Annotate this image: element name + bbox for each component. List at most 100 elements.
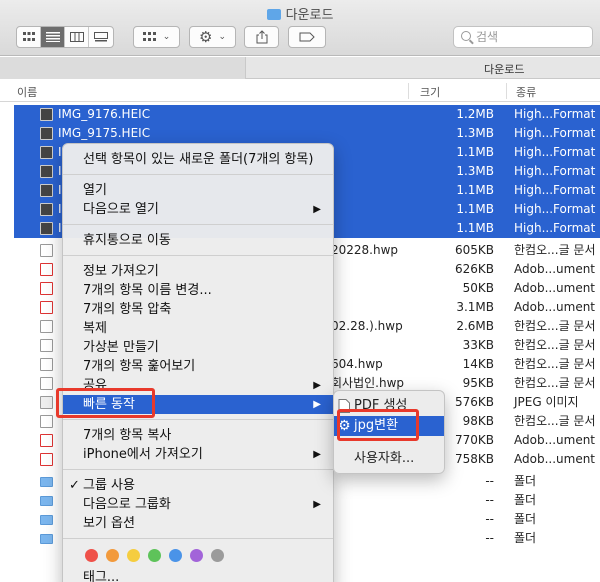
highlight-box-jpg-convert: [337, 409, 419, 441]
column-header: 이름 크기 종류: [0, 80, 600, 102]
file-kind: Adob...ument: [514, 300, 596, 314]
menu-rename[interactable]: 7개의 항목 이름 변경...: [63, 281, 333, 300]
icon-view-button[interactable]: [17, 27, 41, 47]
menu-use-groups[interactable]: ✓ 그룹 사용: [63, 476, 333, 495]
file-kind: High...Format: [514, 221, 596, 235]
file-kind: 폴더: [514, 474, 537, 488]
file-name: I: [58, 145, 62, 159]
submenu-arrow-icon: ▶: [313, 380, 321, 391]
tag-color-dot[interactable]: [106, 549, 119, 562]
folder-icon: [40, 496, 53, 506]
gallery-view-button[interactable]: [89, 27, 113, 47]
menu-new-folder-with-selection[interactable]: 선택 항목이 있는 새로운 폴더(7개의 항목): [63, 150, 333, 169]
list-view-button[interactable]: [41, 27, 65, 47]
menu-divider: [63, 538, 333, 539]
file-kind: 한컴오...글 문서: [514, 376, 596, 390]
group-by-button[interactable]: ⌄: [133, 26, 180, 48]
menu-import-from-iphone[interactable]: iPhone에서 가져오기 ▶: [63, 445, 333, 464]
grid-icon: [22, 32, 35, 41]
menu-divider: [63, 419, 333, 420]
column-view-button[interactable]: [65, 27, 89, 47]
column-name[interactable]: 이름: [17, 84, 37, 100]
file-row[interactable]: IMG_9176.HEIC 1.2MB High...Format: [14, 105, 600, 124]
menu-move-to-trash[interactable]: 휴지통으로 이동: [63, 231, 333, 250]
file-kind: High...Format: [514, 183, 596, 197]
gear-icon: ⚙: [199, 28, 213, 46]
file-kind: High...Format: [514, 145, 596, 159]
menu-copy[interactable]: 7개의 항목 복사: [63, 426, 333, 445]
menu-compress[interactable]: 7개의 항목 압축: [63, 300, 333, 319]
menu-make-alias[interactable]: 가상본 만들기: [63, 338, 333, 357]
menu-divider: [63, 224, 333, 225]
file-size: 14KB: [462, 357, 494, 371]
file-kind: High...Format: [514, 202, 596, 216]
image-icon: [40, 222, 53, 235]
submenu-arrow-icon: ▶: [313, 499, 321, 510]
pdf-icon: [40, 301, 53, 314]
file-size: --: [485, 474, 494, 488]
file-size: 1.1MB: [456, 202, 494, 216]
column-size[interactable]: 크기: [420, 84, 440, 100]
file-name: IMG_9176.HEIC: [58, 107, 151, 121]
file-size: 626KB: [454, 262, 494, 276]
file-kind: 한컴오...글 문서: [514, 243, 596, 257]
gallery-icon: [94, 32, 108, 42]
menu-divider: [63, 174, 333, 175]
view-mode-selector[interactable]: [16, 26, 114, 48]
menu-divider: [63, 255, 333, 256]
file-name: I: [58, 183, 62, 197]
tag-color-dot[interactable]: [211, 549, 224, 562]
tag-color-dot[interactable]: [148, 549, 161, 562]
pdf-icon: [40, 453, 53, 466]
jpeg-icon: [40, 396, 53, 409]
search-field[interactable]: 검색: [453, 26, 593, 48]
menu-open[interactable]: 열기: [63, 181, 333, 200]
submenu-arrow-icon: ▶: [313, 399, 321, 410]
file-kind: Adob...ument: [514, 262, 596, 276]
submenu-arrow-icon: ▶: [313, 204, 321, 215]
document-icon: [40, 320, 53, 333]
file-size: 1.3MB: [456, 164, 494, 178]
tag-color-dot[interactable]: [190, 549, 203, 562]
menu-quick-look[interactable]: 7개의 항목 훑어보기: [63, 357, 333, 376]
file-kind: Adob...ument: [514, 452, 596, 466]
action-button[interactable]: ⚙ ⌄: [189, 26, 236, 48]
file-name: I: [58, 221, 62, 235]
file-kind: 폴더: [514, 493, 537, 507]
file-size: --: [485, 531, 494, 545]
menu-duplicate[interactable]: 복제: [63, 319, 333, 338]
file-size: 1.1MB: [456, 145, 494, 159]
pdf-icon: [40, 263, 53, 276]
tag-color-dot[interactable]: [169, 549, 182, 562]
image-icon: [40, 165, 53, 178]
menu-tags[interactable]: 태그...: [63, 568, 333, 582]
file-name: 02.28.).hwp: [331, 319, 403, 333]
tag-color-dot[interactable]: [85, 549, 98, 562]
file-name: I: [58, 202, 62, 216]
chevron-down-icon: ⌄: [162, 32, 171, 42]
file-kind: 한컴오...글 문서: [514, 414, 596, 428]
tag-color-picker: [85, 549, 224, 562]
window-title: 다운로드: [0, 4, 600, 23]
toolbar: 다운로드 ⌄ ⚙ ⌄ 검색: [0, 0, 600, 56]
menu-group-by[interactable]: 다음으로 그룹화 ▶: [63, 495, 333, 514]
highlight-box-quick-actions: [56, 388, 155, 418]
folder-icon: [266, 9, 281, 20]
file-size: 33KB: [462, 338, 494, 352]
file-size: 3.1MB: [456, 300, 494, 314]
menu-get-info[interactable]: 정보 가져오기: [63, 262, 333, 281]
tag-color-dot[interactable]: [127, 549, 140, 562]
document-icon: [40, 244, 53, 257]
share-button[interactable]: [244, 26, 279, 48]
submenu-arrow-icon: ▶: [313, 449, 321, 460]
tag-button[interactable]: [288, 26, 326, 48]
file-size: 1.1MB: [456, 221, 494, 235]
column-kind[interactable]: 종류: [516, 84, 536, 100]
file-name: I: [58, 164, 62, 178]
submenu-customize[interactable]: 사용자화...: [334, 449, 444, 469]
file-row[interactable]: IMG_9175.HEIC 1.3MB High...Format: [14, 124, 600, 143]
menu-view-options[interactable]: 보기 옵션: [63, 514, 333, 533]
image-icon: [40, 146, 53, 159]
menu-open-with[interactable]: 다음으로 열기 ▶: [63, 200, 333, 219]
document-icon: [40, 415, 53, 428]
